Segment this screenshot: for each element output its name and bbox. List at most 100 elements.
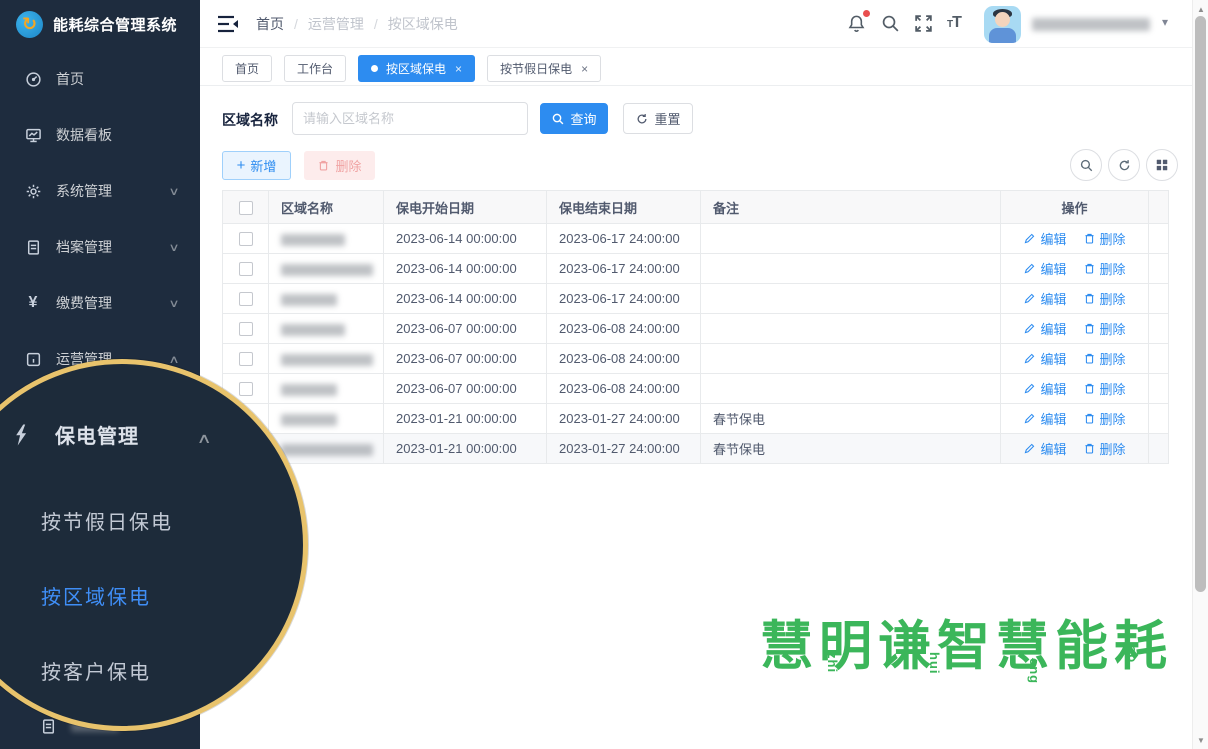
- reset-button[interactable]: 重置: [623, 103, 693, 134]
- sidebar-collapse-icon[interactable]: [216, 13, 240, 35]
- pencil-icon: [1023, 442, 1036, 455]
- end-date-cell: 2023-06-17 24:00:00: [547, 254, 701, 284]
- edit-link[interactable]: 编辑: [1023, 409, 1066, 428]
- breadcrumb-item[interactable]: 运营管理: [308, 14, 364, 34]
- region-name-redacted: [281, 324, 345, 336]
- remark-cell: [701, 284, 1001, 314]
- trash-icon: [1083, 262, 1096, 275]
- row-checkbox[interactable]: [239, 232, 253, 246]
- operations-icon: [24, 351, 42, 368]
- delete-link[interactable]: 删除: [1083, 229, 1126, 248]
- chevron-up-icon: ∧: [168, 353, 179, 366]
- chevron-down-icon: ∨: [168, 297, 179, 310]
- gear-icon: [24, 183, 42, 200]
- trash-icon: [1083, 382, 1096, 395]
- select-all-checkbox[interactable]: [239, 201, 253, 215]
- table-row: 2023-06-14 00:00:002023-06-17 24:00:00编辑…: [223, 284, 1169, 314]
- delete-link[interactable]: 删除: [1083, 379, 1126, 398]
- table-row: 2023-06-07 00:00:002023-06-08 24:00:00编辑…: [223, 314, 1169, 344]
- sidebar-item-customer-protection[interactable]: 按客户保电: [41, 656, 151, 685]
- tab-按节假日保电[interactable]: 按节假日保电×: [487, 55, 601, 82]
- scroll-up-icon[interactable]: ▲: [1193, 2, 1208, 16]
- row-checkbox[interactable]: [239, 292, 253, 306]
- edit-link[interactable]: 编辑: [1023, 229, 1066, 248]
- region-name-redacted: [281, 444, 373, 456]
- document-icon: [24, 239, 42, 256]
- notification-dot: [863, 10, 870, 17]
- delete-button[interactable]: 删除: [304, 151, 375, 180]
- breadcrumb-item[interactable]: 按区域保电: [388, 14, 458, 34]
- edit-link[interactable]: 编辑: [1023, 439, 1066, 458]
- sidebar-item-缴费管理[interactable]: ¥缴费管理∨: [0, 275, 200, 331]
- username-redacted: [1032, 18, 1150, 31]
- pencil-icon: [1023, 232, 1036, 245]
- fullscreen-icon[interactable]: [913, 13, 935, 35]
- tab-工作台[interactable]: 工作台: [284, 55, 346, 82]
- active-tab-dot: [371, 65, 378, 72]
- main-content: 区域名称 查询 重置 + 新增 删除: [200, 86, 1192, 749]
- sidebar-item-数据看板[interactable]: 数据看板: [0, 107, 200, 163]
- app-title: 能耗综合管理系统: [53, 14, 177, 35]
- edit-link[interactable]: 编辑: [1023, 379, 1066, 398]
- sidebar-item-label: 数据看板: [56, 125, 112, 145]
- breadcrumb-item[interactable]: 首页: [256, 14, 284, 34]
- region-name-redacted: [281, 234, 345, 246]
- trash-icon: [1083, 232, 1096, 245]
- region-name-redacted: [281, 294, 337, 306]
- column-header: 操作: [1001, 191, 1149, 224]
- search-button[interactable]: 查询: [540, 103, 608, 134]
- watermark-pinyin: eng: [1027, 658, 1042, 684]
- pencil-icon: [1023, 322, 1036, 335]
- bell-icon[interactable]: [846, 13, 868, 35]
- delete-link[interactable]: 删除: [1083, 439, 1126, 458]
- trash-icon: [1083, 352, 1096, 365]
- sidebar-item-region-protection[interactable]: 按区域保电: [41, 581, 151, 610]
- scrollbar-thumb[interactable]: [1195, 16, 1206, 592]
- row-checkbox[interactable]: [239, 322, 253, 336]
- scroll-down-icon[interactable]: ▼: [1193, 733, 1208, 747]
- table-row: 2023-06-14 00:00:002023-06-17 24:00:00编辑…: [223, 254, 1169, 284]
- edit-link[interactable]: 编辑: [1023, 319, 1066, 338]
- sidebar-item-power-protection[interactable]: 保电管理: [9, 420, 139, 449]
- delete-link[interactable]: 删除: [1083, 289, 1126, 308]
- sidebar-item-holiday-protection[interactable]: 按节假日保电: [41, 506, 173, 535]
- table-row: 2023-06-07 00:00:002023-06-08 24:00:00编辑…: [223, 374, 1169, 404]
- edit-link[interactable]: 编辑: [1023, 349, 1066, 368]
- tab-close-icon[interactable]: ×: [455, 62, 462, 76]
- tab-close-icon[interactable]: ×: [581, 62, 588, 76]
- table-columns-icon[interactable]: [1146, 149, 1178, 181]
- trash-icon: [1083, 292, 1096, 305]
- font-size-icon[interactable]: TT: [947, 14, 969, 36]
- sidebar-item-系统管理[interactable]: 系统管理∨: [0, 163, 200, 219]
- breadcrumb-separator: /: [294, 16, 298, 32]
- region-name-redacted: [281, 354, 373, 366]
- tab-label: 首页: [235, 60, 259, 77]
- start-date-cell: 2023-06-07 00:00:00: [384, 374, 547, 404]
- row-checkbox[interactable]: [239, 262, 253, 276]
- add-button[interactable]: + 新增: [222, 151, 291, 180]
- sidebar-item-首页[interactable]: 首页: [0, 51, 200, 107]
- edit-link[interactable]: 编辑: [1023, 259, 1066, 278]
- remark-cell: [701, 224, 1001, 254]
- table-search-icon[interactable]: [1070, 149, 1102, 181]
- sidebar-item-label: 系统管理: [56, 181, 112, 201]
- tab-首页[interactable]: 首页: [222, 55, 272, 82]
- region-name-input[interactable]: [292, 102, 528, 135]
- row-checkbox[interactable]: [239, 352, 253, 366]
- delete-link[interactable]: 删除: [1083, 319, 1126, 338]
- sidebar-item-档案管理[interactable]: 档案管理∨: [0, 219, 200, 275]
- tab-按区域保电[interactable]: 按区域保电×: [358, 55, 475, 82]
- delete-link[interactable]: 删除: [1083, 349, 1126, 368]
- table-refresh-icon[interactable]: [1108, 149, 1140, 181]
- top-header: 首页/运营管理/按区域保电 TT ▾: [200, 0, 1192, 48]
- delete-link[interactable]: 删除: [1083, 409, 1126, 428]
- user-dropdown-caret-icon[interactable]: ▾: [1162, 15, 1168, 29]
- column-header: 区域名称: [269, 191, 384, 224]
- start-date-cell: 2023-01-21 00:00:00: [384, 404, 547, 434]
- avatar[interactable]: [984, 6, 1021, 43]
- search-icon[interactable]: [880, 13, 902, 35]
- row-checkbox[interactable]: [239, 382, 253, 396]
- edit-link[interactable]: 编辑: [1023, 289, 1066, 308]
- delete-link[interactable]: 删除: [1083, 259, 1126, 278]
- sidebar-menu: 首页数据看板系统管理∨档案管理∨¥缴费管理∨运营管理∧: [0, 51, 200, 387]
